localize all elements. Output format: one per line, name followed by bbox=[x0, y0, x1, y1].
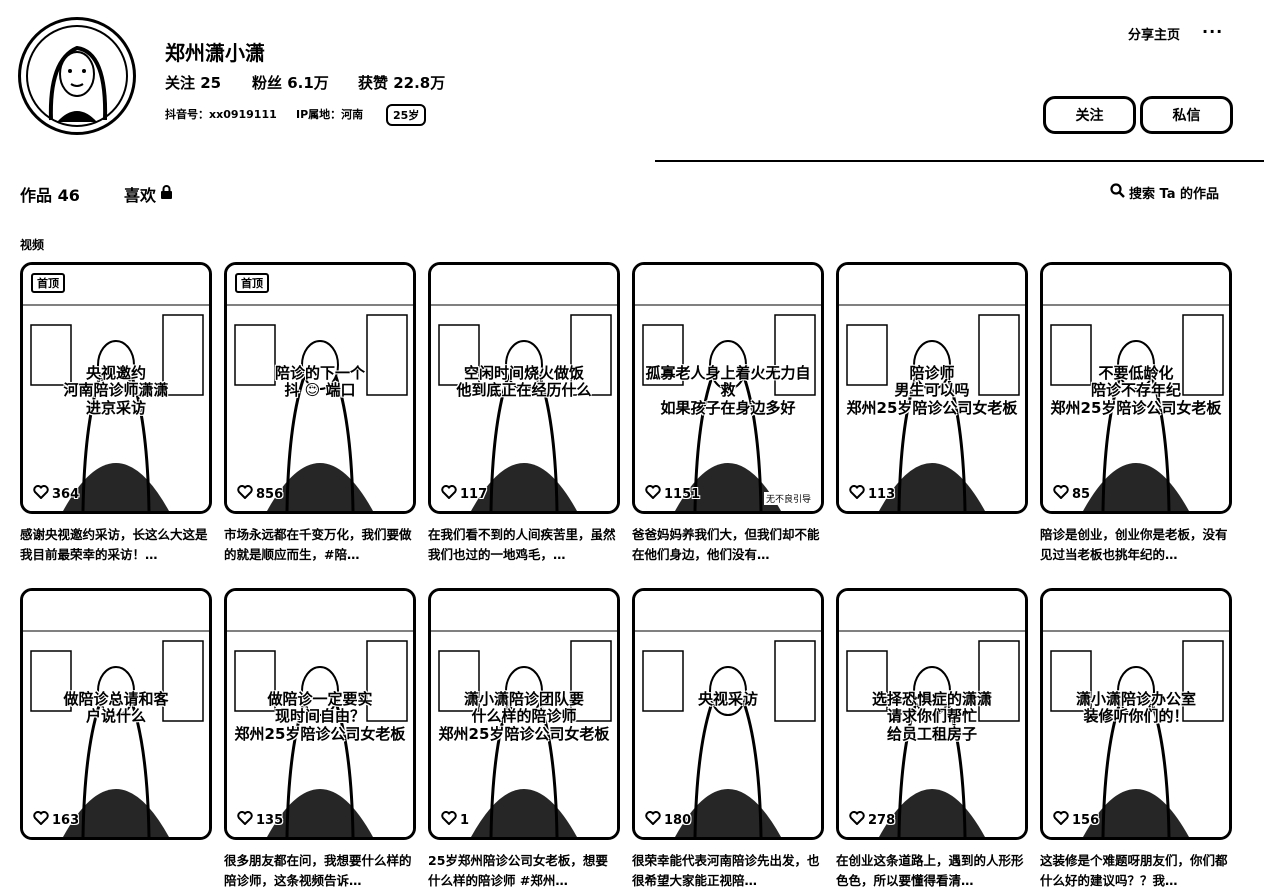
video-caption[interactable]: 陪诊是创业，创业你是老板，没有见过当老板也挑年纪的… bbox=[1040, 525, 1232, 565]
likes-count: 113 bbox=[868, 486, 896, 502]
video-thumbnail bbox=[635, 591, 821, 837]
video-overlay-text: 潇小潇陪诊团队要 什么样的陪诊师 郑州25岁陪诊公司女老板 bbox=[438, 690, 610, 743]
video-card[interactable]: 做陪诊一定要实 现时间自由？ 郑州25岁陪诊公司女老板 135 bbox=[224, 588, 416, 840]
video-likes: 113 bbox=[849, 485, 895, 503]
video-likes: 85 bbox=[1053, 485, 1090, 503]
video-card[interactable]: 孤寡老人身上着火无力自救 如果孩子在身边多好 1151 无不良引导 bbox=[632, 262, 824, 514]
heart-icon bbox=[645, 485, 661, 503]
section-label: 视频 bbox=[20, 238, 45, 252]
heart-icon bbox=[237, 811, 253, 829]
more-icon[interactable]: ··· bbox=[1202, 22, 1223, 41]
video-card[interactable]: 选择恐惧症的潇潇 请求你们帮忙 给员工租房子 278 bbox=[836, 588, 1028, 840]
video-overlay-text: 不要低龄化 陪诊不存年纪 郑州25岁陪诊公司女老板 bbox=[1050, 364, 1222, 417]
likes-count: 156 bbox=[1072, 812, 1100, 828]
pinned-badge: 首顶 bbox=[235, 273, 269, 293]
heart-icon bbox=[1053, 485, 1069, 503]
search-works-label: 搜索 Ta 的作品 bbox=[1129, 187, 1220, 202]
likes-count: 364 bbox=[52, 486, 80, 502]
video-overlay-text: 孤寡老人身上着火无力自救 如果孩子在身边多好 bbox=[645, 364, 811, 417]
video-overlay-text: 选择恐惧症的潇潇 请求你们帮忙 给员工租房子 bbox=[871, 690, 992, 743]
video-likes: 1 bbox=[441, 811, 469, 829]
video-caption[interactable]: 在我们看不到的人间疾苦里，虽然我们也过的一地鸡毛，… bbox=[428, 525, 620, 565]
video-card[interactable]: 空闲时间烧火做饭 他到底正在经历什么 117 bbox=[428, 262, 620, 514]
video-overlay-text: 做陪诊一定要实 现时间自由？ 郑州25岁陪诊公司女老板 bbox=[234, 690, 406, 743]
video-likes: 117 bbox=[441, 485, 487, 503]
tab-liked-label: 喜欢 bbox=[124, 186, 157, 205]
tab-works[interactable]: 作品 46 bbox=[20, 182, 80, 206]
likes-count: 180 bbox=[664, 812, 692, 828]
video-card[interactable]: 首顶陪诊的下一个 抖 ☺ 端口 856 bbox=[224, 262, 416, 514]
video-caption[interactable]: 爸爸妈妈养我们大，但我们却不能在他们身边，他们没有… bbox=[632, 525, 824, 565]
heart-icon bbox=[237, 485, 253, 503]
video-overlay-text: 陪诊的下一个 抖 ☺ 端口 bbox=[274, 364, 365, 400]
video-likes: 180 bbox=[645, 811, 691, 829]
follow-button[interactable]: 关注 bbox=[1043, 96, 1136, 134]
video-caption[interactable]: 25岁郑州陪诊公司女老板，想要什么样的陪诊师 #郑州… bbox=[428, 851, 620, 891]
heart-icon bbox=[849, 811, 865, 829]
video-card[interactable]: 潇小潇陪诊团队要 什么样的陪诊师 郑州25岁陪诊公司女老板 1 bbox=[428, 588, 620, 840]
profile-name: 郑州潇小潇 bbox=[165, 41, 265, 65]
video-likes: 1151 bbox=[645, 485, 700, 503]
heart-icon bbox=[441, 485, 457, 503]
search-works-button[interactable]: 搜索 Ta 的作品 bbox=[1110, 183, 1219, 202]
video-overlay-text: 央视邀约 河南陪诊师潇潇 进京采访 bbox=[63, 364, 169, 417]
video-caption[interactable]: 在创业这条道路上，遇到的人形形色色，所以要懂得看清… bbox=[836, 851, 1028, 891]
pinned-badge: 首顶 bbox=[31, 273, 65, 293]
video-caption[interactable]: 很多朋友都在问，我想要什么样的陪诊师，这条视频告诉… bbox=[224, 851, 416, 891]
likes-count: 135 bbox=[256, 812, 284, 828]
video-likes: 135 bbox=[237, 811, 283, 829]
heart-icon bbox=[849, 485, 865, 503]
likes-count: 117 bbox=[460, 486, 488, 502]
ip-location: IP属地：河南 bbox=[296, 108, 364, 121]
search-icon bbox=[1110, 183, 1125, 202]
video-caption[interactable]: 感谢央视邀约采访，长这么大这是我目前最荣幸的采访！… bbox=[20, 525, 212, 565]
heart-icon bbox=[33, 811, 49, 829]
lock-icon bbox=[160, 184, 173, 204]
heart-icon bbox=[645, 811, 661, 829]
video-caption[interactable]: 市场永远都在千变万化，我们要做的就是顺应而生，#陪… bbox=[224, 525, 416, 565]
heart-icon bbox=[33, 485, 49, 503]
age-badge: 25岁 bbox=[386, 104, 427, 126]
video-caption[interactable]: 这装修是个难题呀朋友们，你们都什么好的建议吗？？我… bbox=[1040, 851, 1232, 891]
share-profile-link[interactable]: 分享主页 bbox=[1128, 24, 1180, 43]
likes-count: 获赞 22.8万 bbox=[358, 74, 446, 92]
tab-liked[interactable]: 喜欢 bbox=[124, 182, 173, 206]
likes-count: 1151 bbox=[664, 486, 701, 502]
following-count[interactable]: 关注 25 bbox=[165, 72, 221, 93]
video-likes: 156 bbox=[1053, 811, 1099, 829]
video-card[interactable]: 做陪诊总请和客 户说什么 163 bbox=[20, 588, 212, 840]
video-tag: 无不良引导 bbox=[763, 492, 813, 505]
video-overlay-text: 陪诊师 男生可以吗 郑州25岁陪诊公司女老板 bbox=[846, 364, 1018, 417]
likes-count: 278 bbox=[868, 812, 896, 828]
video-card[interactable]: 陪诊师 男生可以吗 郑州25岁陪诊公司女老板 113 bbox=[836, 262, 1028, 514]
likes-count: 1 bbox=[460, 812, 470, 828]
heart-icon bbox=[1053, 811, 1069, 829]
message-button[interactable]: 私信 bbox=[1140, 96, 1233, 134]
video-likes: 364 bbox=[33, 485, 79, 503]
video-likes: 856 bbox=[237, 485, 283, 503]
divider bbox=[655, 160, 1264, 162]
likes-count: 85 bbox=[1072, 486, 1091, 502]
likes-count: 163 bbox=[52, 812, 80, 828]
avatar[interactable] bbox=[18, 17, 136, 135]
video-likes: 163 bbox=[33, 811, 79, 829]
video-overlay-text: 做陪诊总请和客 户说什么 bbox=[63, 690, 169, 726]
followers-count[interactable]: 粉丝 6.1万 bbox=[252, 72, 329, 93]
video-overlay-text: 空闲时间烧火做饭 他到底正在经历什么 bbox=[456, 364, 592, 400]
video-likes: 278 bbox=[849, 811, 895, 829]
heart-icon bbox=[441, 811, 457, 829]
likes-count: 856 bbox=[256, 486, 284, 502]
video-overlay-text: 潇小潇陪诊办公室 装修听你们的！ bbox=[1075, 690, 1196, 726]
video-overlay-text: 央视采访 bbox=[697, 690, 758, 708]
video-card[interactable]: 潇小潇陪诊办公室 装修听你们的！ 156 bbox=[1040, 588, 1232, 840]
video-card[interactable]: 央视采访 180 bbox=[632, 588, 824, 840]
video-caption[interactable]: 很荣幸能代表河南陪诊先出发，也很希望大家能正视陪… bbox=[632, 851, 824, 891]
douyin-id: 抖音号：xx0919111 bbox=[165, 108, 277, 121]
video-card[interactable]: 不要低龄化 陪诊不存年纪 郑州25岁陪诊公司女老板 85 bbox=[1040, 262, 1232, 514]
video-card[interactable]: 首顶央视邀约 河南陪诊师潇潇 进京采访 364 bbox=[20, 262, 212, 514]
